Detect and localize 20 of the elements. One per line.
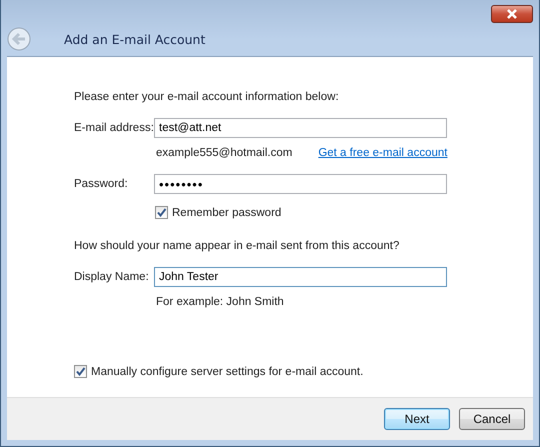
cancel-button[interactable]: Cancel bbox=[459, 408, 525, 430]
display-name-field[interactable]: John Tester bbox=[154, 267, 447, 287]
email-field[interactable]: test@att.net bbox=[154, 118, 447, 138]
field-label: Display Name: bbox=[74, 271, 150, 283]
free-account-link[interactable]: Get a free e-mail account bbox=[318, 147, 448, 159]
next-button[interactable]: Next bbox=[384, 408, 450, 430]
field-label: Password: bbox=[74, 178, 129, 190]
close-icon bbox=[505, 9, 519, 19]
window-title: Add an E-mail Account bbox=[64, 32, 206, 46]
password-field[interactable]: •••••••• bbox=[154, 174, 447, 194]
instruction-text: Please enter your e-mail account information below: bbox=[74, 91, 340, 103]
checkbox-label[interactable]: Manually configure server settings for e-mail account. bbox=[91, 366, 364, 378]
field-label: E-mail address: bbox=[74, 122, 154, 134]
checkbox[interactable] bbox=[74, 365, 87, 378]
question-text: How should your name appear in e-mail sent from this account? bbox=[74, 240, 400, 252]
checkbox-label[interactable]: Remember password bbox=[172, 206, 282, 218]
checkbox[interactable] bbox=[155, 206, 168, 219]
example-text: example555@hotmail.com bbox=[156, 147, 292, 159]
example-text: For example: John Smith bbox=[156, 296, 284, 308]
close-button[interactable] bbox=[491, 5, 533, 23]
